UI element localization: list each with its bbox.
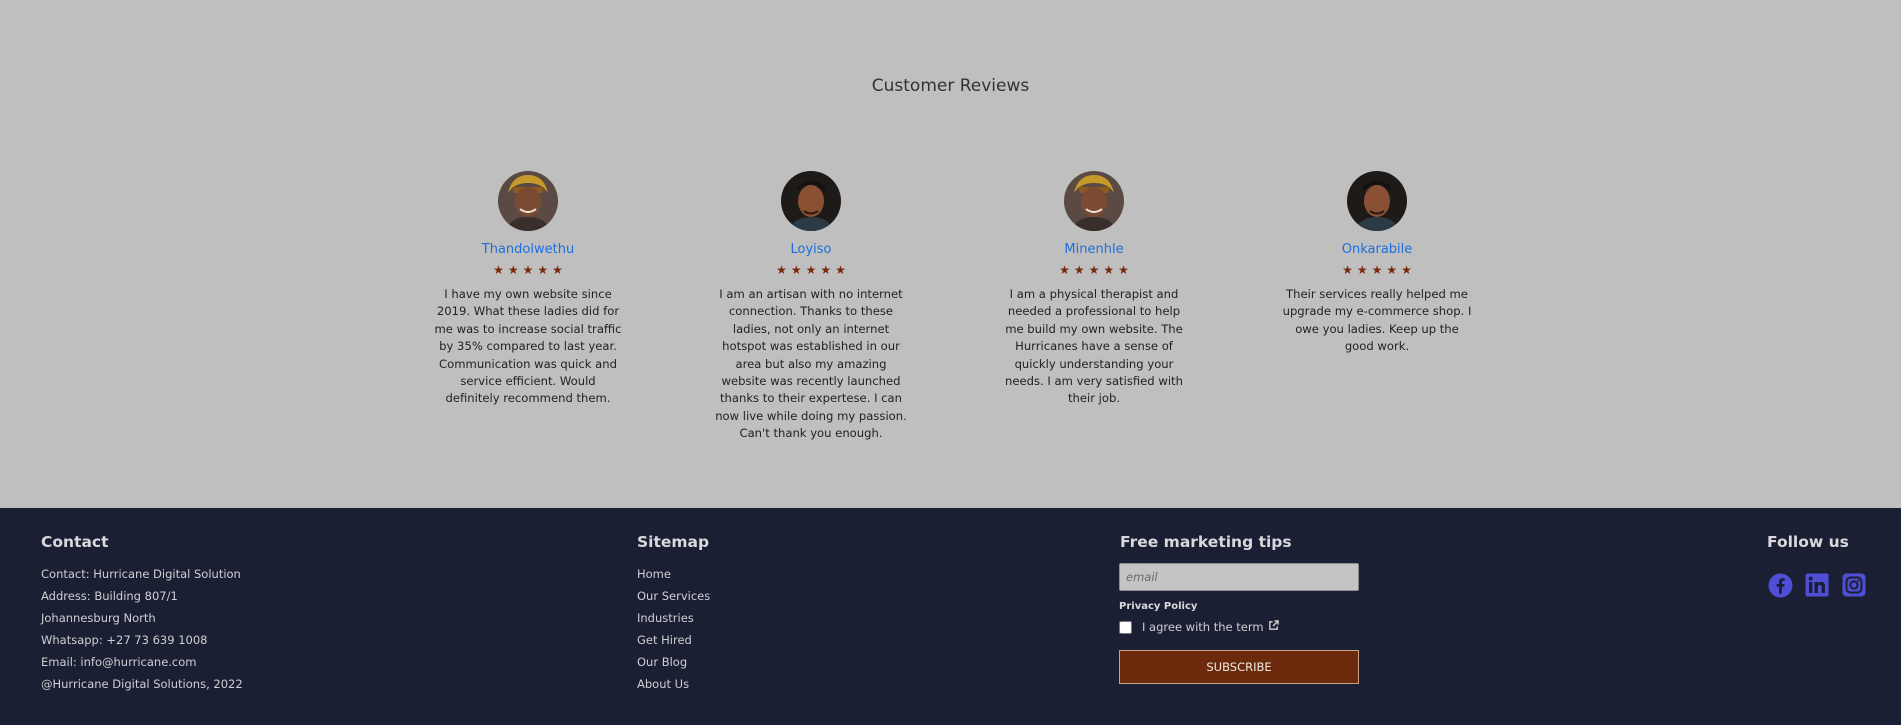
review-text: I am an artisan with no internet connect… (715, 287, 907, 441)
follow-heading: Follow us (1767, 533, 1849, 551)
sitemap-link-get-hired[interactable]: Get Hired (637, 629, 710, 651)
review-card: Loyiso ★★★★★ I am an artisan with no int… (713, 171, 909, 443)
sitemap-link-services[interactable]: Our Services (637, 585, 710, 607)
contact-city: Johannesburg North (41, 611, 156, 625)
sitemap-link-blog[interactable]: Our Blog (637, 651, 710, 673)
sitemap-link-about[interactable]: About Us (637, 673, 710, 695)
newsletter-column: Free marketing tips Privacy Policy I agr… (1119, 533, 1359, 684)
facebook-icon[interactable] (1767, 572, 1793, 598)
reviewer-name: Onkarabile (1341, 242, 1413, 257)
avatar (1064, 171, 1124, 231)
instagram-icon[interactable] (1841, 572, 1867, 598)
reviewer-name: Loyiso (790, 242, 832, 257)
review-text: I have my own website since 2019. What t… (434, 287, 622, 406)
external-link-icon[interactable] (1268, 620, 1279, 634)
sitemap-column: Sitemap Home Our Services Industries Get… (637, 533, 710, 695)
contact-address: Address: Building 807/1 (41, 589, 178, 603)
contact-email: Email: info@hurricane.com (41, 655, 197, 669)
review-text: I am a physical therapist and needed a p… (1005, 287, 1183, 406)
newsletter-heading: Free marketing tips (1120, 533, 1292, 551)
social-links (1767, 572, 1867, 598)
review-card: Onkarabile ★★★★★ Their services really h… (1279, 171, 1475, 356)
privacy-policy-label: Privacy Policy (1119, 601, 1198, 612)
rating-stars: ★★★★★ (1059, 263, 1133, 277)
avatar (1347, 171, 1407, 231)
review-card: Minenhle ★★★★★ I am a physical therapist… (996, 171, 1192, 408)
contact-whatsapp: Whatsapp: +27 73 639 1008 (41, 633, 208, 647)
contact-heading: Contact (41, 533, 109, 551)
follow-column: Follow us (1767, 533, 1867, 598)
contact-column: Contact Contact: Hurricane Digital Solut… (41, 533, 243, 695)
reviewer-name: Thandolwethu (481, 242, 575, 257)
sitemap-link-industries[interactable]: Industries (637, 607, 710, 629)
terms-label: I agree with the term (1142, 620, 1264, 634)
terms-checkbox[interactable] (1119, 620, 1132, 634)
review-text: Their services really helped me upgrade … (1282, 287, 1472, 354)
avatar (781, 171, 841, 231)
linkedin-icon[interactable] (1804, 572, 1830, 598)
subscribe-button[interactable]: SUBSCRIBE (1119, 650, 1359, 684)
copyright: @Hurricane Digital Solutions, 2022 (41, 677, 243, 691)
sitemap-link-home[interactable]: Home (637, 563, 710, 585)
review-card: Thandolwethu ★★★★★ I have my own website… (430, 171, 626, 408)
rating-stars: ★★★★★ (776, 263, 850, 277)
contact-company: Contact: Hurricane Digital Solution (41, 567, 241, 581)
rating-stars: ★★★★★ (493, 263, 567, 277)
sitemap-heading: Sitemap (637, 533, 710, 551)
rating-stars: ★★★★★ (1342, 263, 1416, 277)
reviewer-name: Minenhle (1064, 242, 1124, 257)
site-footer: Contact Contact: Hurricane Digital Solut… (0, 508, 1901, 725)
avatar (498, 171, 558, 231)
email-field[interactable] (1119, 563, 1359, 591)
section-title: Customer Reviews (871, 76, 1030, 96)
terms-agreement: I agree with the term (1119, 620, 1359, 634)
customer-reviews-section: Customer Reviews Thandolwethu ★★★★★ I ha… (0, 0, 1901, 508)
